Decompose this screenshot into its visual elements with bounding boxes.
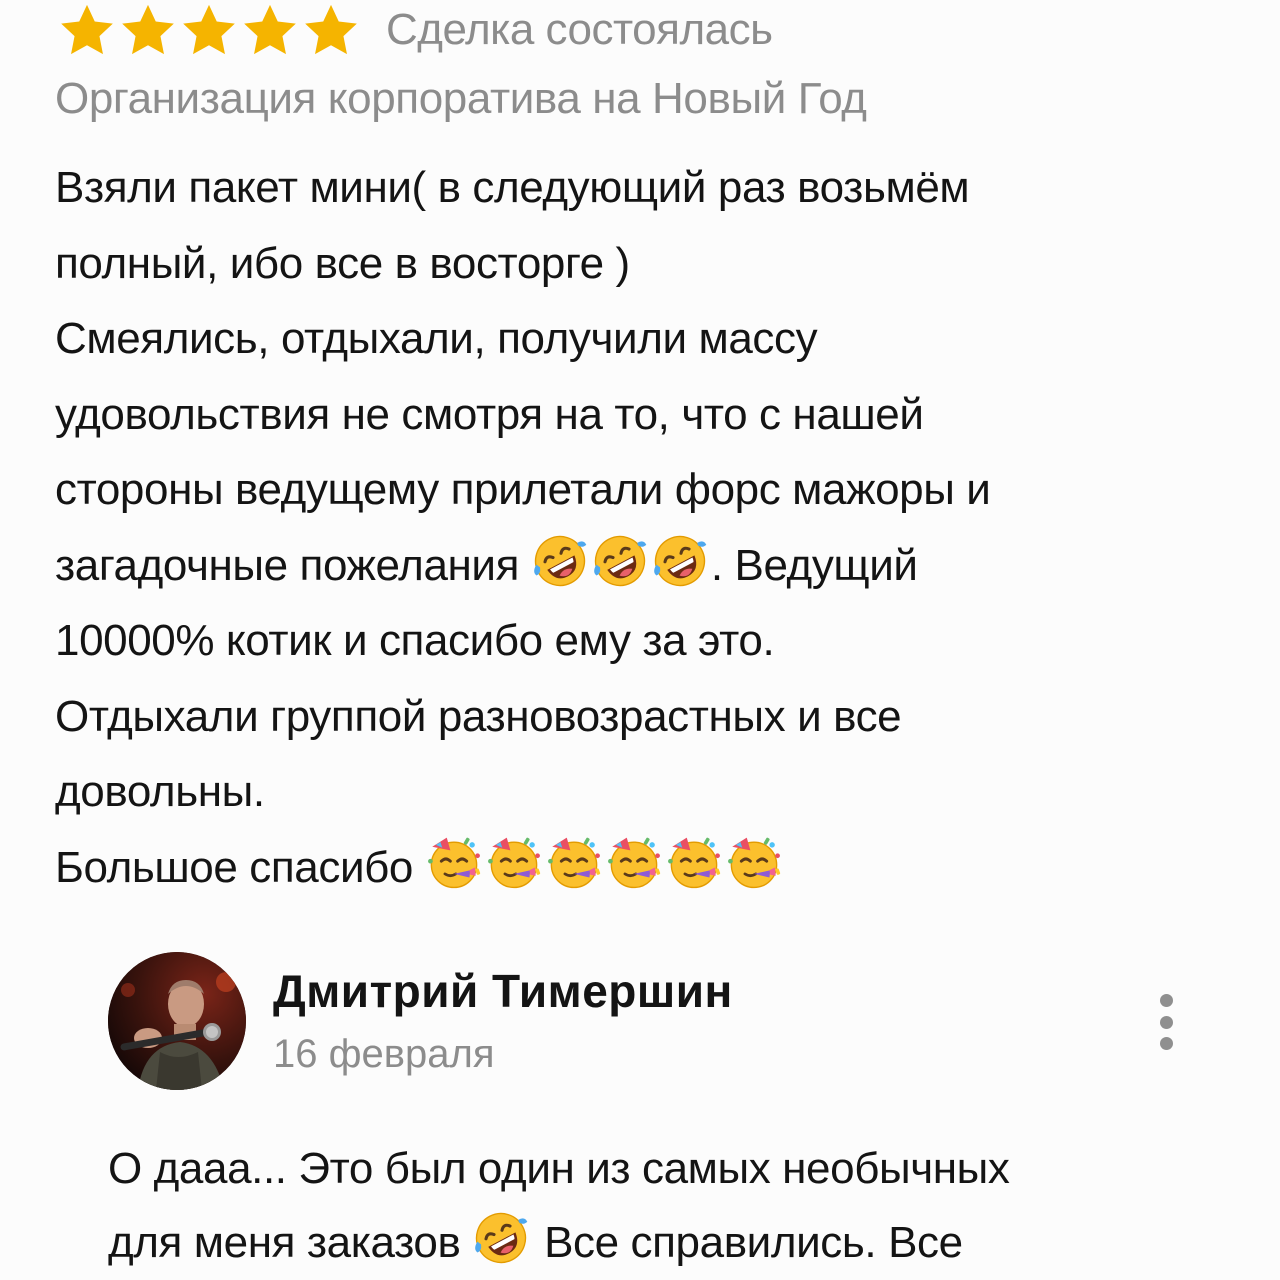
- review-line-text: Большое спасибо: [55, 842, 425, 892]
- rating-stars: [58, 3, 360, 57]
- rolling-laughing-emoji-icon: [472, 1209, 530, 1267]
- rolling-laughing-emoji-icon: [531, 532, 589, 590]
- partying-face-emoji-icon: [665, 834, 723, 892]
- review-line: полный, ибо все в восторге ): [55, 238, 630, 288]
- more-vertical-icon: [1159, 1015, 1173, 1029]
- author-name[interactable]: Дмитрий Тимершин: [273, 964, 733, 1018]
- review-line: загадочные пожелания . Ведущий: [55, 528, 1235, 604]
- more-vertical-icon: [1159, 994, 1173, 1007]
- reply-line-text: для меня заказов: [108, 1218, 473, 1267]
- review-line: довольны.: [55, 767, 265, 816]
- review-line: Смеялись, отдыхали, получили массу: [55, 314, 818, 363]
- star-icon: [180, 3, 238, 57]
- rolling-laughing-emoji-icon: [591, 532, 649, 590]
- partying-face-emoji-icon: [425, 834, 483, 892]
- star-icon: [119, 3, 177, 57]
- review-line: Взяли пакет мини( в следующий раз возьмё…: [55, 163, 970, 212]
- review-text: Взяли пакет мини( в следующий раз возьмё…: [55, 150, 1235, 905]
- review-line: Отдыхали группой разновозрастных и все: [55, 691, 902, 741]
- service-name: Организация корпоратива на Новый Год: [55, 74, 867, 123]
- reply-line: О дааа... Это был один из самых необычны…: [108, 1144, 1010, 1193]
- partying-face-emoji-icon: [725, 834, 783, 892]
- reply-line: для меня заказов Все справились. Все: [108, 1206, 1218, 1280]
- review-line: удовольствия не смотря на то, что с наше…: [55, 389, 924, 439]
- star-icon: [302, 3, 360, 57]
- deal-status: Сделка состоялась: [386, 5, 773, 54]
- partying-face-emoji-icon: [605, 834, 663, 892]
- avatar[interactable]: [108, 952, 246, 1090]
- review-line: 10000% котик и спасибо ему за это.: [55, 616, 775, 665]
- more-vertical-icon: [1159, 1037, 1173, 1050]
- partying-face-emoji-icon: [545, 834, 603, 892]
- review-line: стороны ведущему прилетали форс мажоры и: [55, 465, 991, 514]
- reply-date: 16 февраля: [273, 1032, 495, 1076]
- more-options-button[interactable]: [1146, 994, 1186, 1050]
- review-line: Большое спасибо: [55, 830, 1235, 906]
- review-line-text: загадочные пожелания: [55, 540, 531, 590]
- star-icon: [241, 3, 299, 57]
- star-icon: [58, 3, 116, 57]
- rating-row: Сделка состоялась: [58, 2, 773, 58]
- reply-line-text: Все справились. Все: [532, 1218, 963, 1267]
- review-card: Сделка состоялась Организация корпоратив…: [0, 0, 1280, 1280]
- rolling-laughing-emoji-icon: [651, 532, 709, 590]
- partying-face-emoji-icon: [485, 834, 543, 892]
- avatar-photo: [108, 952, 246, 1090]
- reply-text: О дааа... Это был один из самых необычны…: [108, 1132, 1218, 1280]
- review-line-text: . Ведущий: [710, 540, 918, 590]
